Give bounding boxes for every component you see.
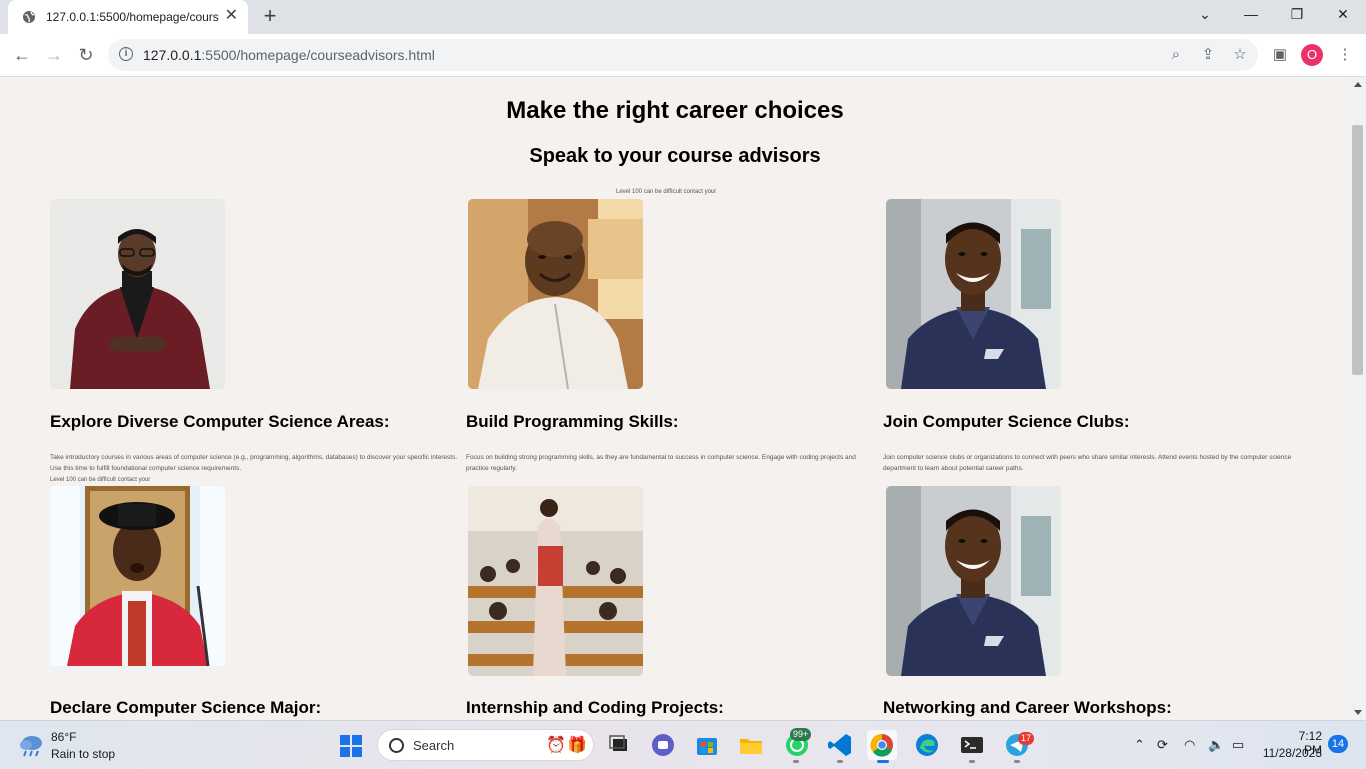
tab-title: 127.0.0.1:5500/homepage/cours [46, 10, 219, 24]
whatsapp-running-indicator [793, 760, 799, 763]
card-desc-3: Join computer science clubs or organizat… [883, 454, 1292, 472]
menu-kebab-icon[interactable]: ⋮ [1336, 46, 1354, 64]
file-explorer-icon[interactable] [736, 730, 766, 760]
new-tab-button[interactable]: + [258, 4, 282, 28]
close-window-button[interactable]: ✕ [1333, 6, 1353, 23]
globe-icon [23, 11, 35, 23]
forward-button[interactable]: → [42, 43, 66, 67]
tab-strip: 127.0.0.1:5500/homepage/cours ✕ + ⌄ — ❐ … [0, 0, 1366, 34]
taskbar: 86°F Rain to stop Search ⏰ 🎁 99+ 17 ⌃ ⟳ … [0, 720, 1366, 769]
page-title: Make the right career choices [506, 97, 844, 124]
scroll-thumb[interactable] [1352, 125, 1363, 375]
search-label: Search [413, 738, 455, 753]
bookmark-star-icon[interactable]: ☆ [1231, 46, 1249, 64]
back-button[interactable]: ← [10, 43, 34, 67]
url-path: :5500/homepage/courseadvisors.html [201, 47, 435, 63]
chrome-running-indicator [877, 760, 889, 763]
tab-search-icon[interactable]: ⌄ [1195, 6, 1215, 23]
card-title-1: Explore Diverse Computer Science Areas: [50, 412, 390, 431]
weather-desc[interactable]: Rain to stop [51, 747, 115, 761]
page-subtitle: Speak to your course advisors [529, 145, 821, 167]
advisor-photo-4 [50, 486, 225, 676]
tab-close-icon[interactable]: ✕ [225, 8, 238, 24]
card-desc-1: Take introductory courses in various are… [50, 454, 458, 472]
profile-avatar[interactable]: O [1301, 44, 1323, 66]
scroll-up-icon[interactable] [1354, 82, 1362, 87]
row-note: Level 100 can be difficult contact your [50, 477, 151, 483]
advisor-photo-6 [886, 486, 1061, 676]
telegram-running-indicator [1014, 760, 1020, 763]
battery-icon[interactable]: ▭ [1232, 737, 1244, 753]
wifi-icon[interactable]: ◠ [1184, 737, 1195, 753]
gift-icon: 🎁 [567, 737, 587, 754]
microsoft-store-icon[interactable] [692, 730, 722, 760]
windows-start-icon[interactable] [340, 735, 362, 757]
card-title-6: Networking and Career Workshops: [883, 698, 1172, 717]
terminal-icon[interactable] [957, 730, 987, 760]
weather-rain-icon[interactable] [18, 733, 44, 757]
zoom-icon[interactable]: ⌕ [1167, 46, 1185, 64]
taskbar-search-box[interactable]: Search ⏰ 🎁 [377, 729, 594, 761]
minimize-button[interactable]: — [1241, 6, 1261, 22]
terminal-running-indicator [969, 760, 975, 763]
advisor-photo-5 [468, 486, 643, 676]
clock-date[interactable]: 11/28/2023 [1262, 746, 1322, 760]
side-panel-icon[interactable]: ▣ [1271, 46, 1289, 64]
sync-icon[interactable]: ⟳ [1157, 737, 1168, 753]
notification-count-badge[interactable]: 14 [1328, 735, 1348, 753]
advisor-photo-3 [886, 199, 1061, 389]
url-text[interactable]: 127.0.0.1:5500/homepage/courseadvisors.h… [143, 47, 435, 63]
page-scrollbar[interactable] [1350, 77, 1366, 720]
vscode-running-indicator [837, 760, 843, 763]
task-view-icon[interactable] [605, 730, 635, 760]
browser-toolbar: ← → ↻ i 127.0.0.1:5500/homepage/coursead… [0, 34, 1366, 77]
share-icon[interactable]: ⇪ [1199, 46, 1217, 64]
card-title-5: Internship and Coding Projects: [466, 698, 724, 717]
reload-button[interactable]: ↻ [74, 43, 98, 67]
site-info-icon[interactable]: i [119, 47, 133, 61]
url-host: 127.0.0.1 [143, 47, 202, 63]
teams-chat-icon[interactable] [648, 730, 678, 760]
telegram-badge: 17 [1018, 732, 1035, 745]
advisor-photo-1 [50, 199, 225, 389]
restore-button[interactable]: ❐ [1287, 6, 1307, 23]
show-hidden-icons-chevron-icon[interactable]: ⌃ [1134, 737, 1145, 753]
advisor-photo-2 [468, 199, 643, 389]
scroll-down-icon[interactable] [1354, 710, 1362, 715]
search-icon [389, 738, 404, 753]
page-content: Make the right career choices Speak to y… [0, 77, 1350, 720]
card-title-2: Build Programming Skills: [466, 412, 679, 431]
top-note: Level 100 can be difficult contact your [616, 189, 717, 195]
chrome-icon[interactable] [867, 730, 897, 760]
weather-temp[interactable]: 86°F [51, 730, 76, 744]
whatsapp-badge: 99+ [790, 728, 812, 741]
address-bar[interactable]: i 127.0.0.1:5500/homepage/courseadvisors… [108, 39, 1258, 71]
volume-icon[interactable]: 🔈 [1208, 737, 1224, 753]
card-title-4: Declare Computer Science Major: [50, 698, 322, 717]
edge-icon[interactable] [912, 730, 942, 760]
alarm-clock-icon: ⏰ [546, 737, 566, 754]
browser-tab[interactable]: 127.0.0.1:5500/homepage/cours ✕ [8, 0, 248, 34]
vscode-icon[interactable] [825, 730, 855, 760]
card-title-3: Join Computer Science Clubs: [883, 412, 1130, 431]
card-desc-2: Focus on building strong programming ski… [466, 454, 856, 472]
